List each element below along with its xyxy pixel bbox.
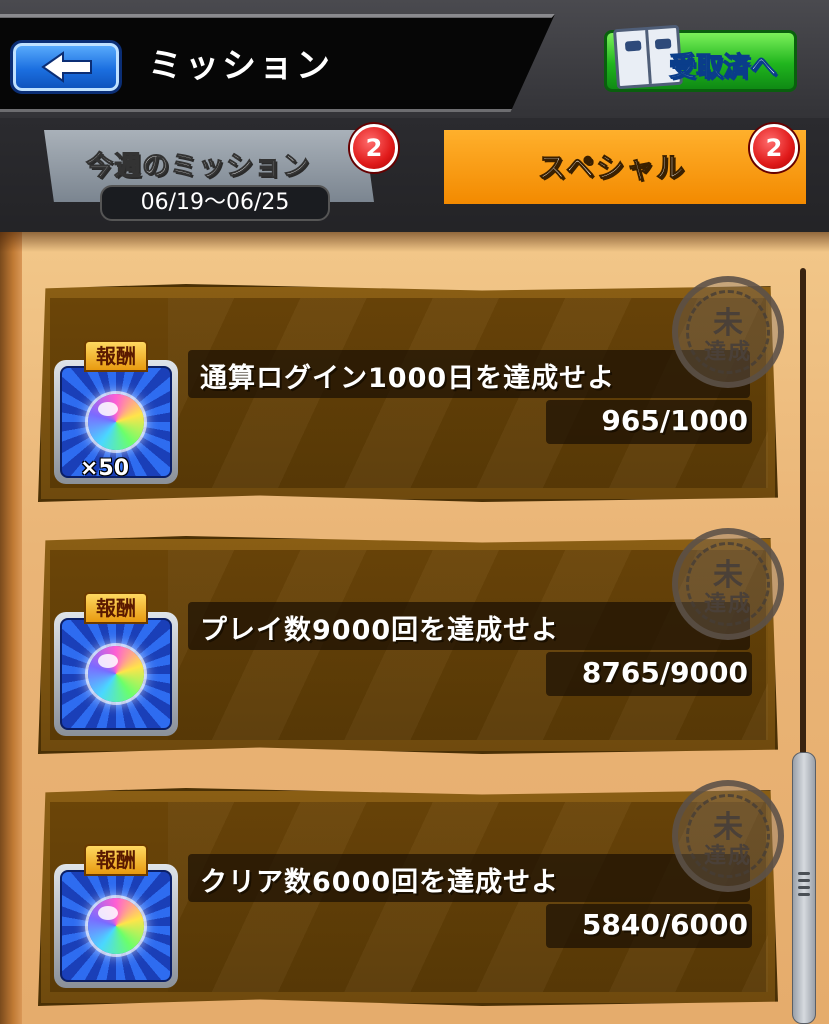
mission-text: クリア数6000回を達成せよ <box>200 867 560 898</box>
reward-box: 報酬 ×50 <box>54 340 178 490</box>
mission-text: 通算ログイン1000日を達成せよ <box>200 363 616 394</box>
received-button[interactable]: 受取済へ <box>604 24 797 92</box>
reward-label: 報酬 <box>84 592 148 624</box>
back-button[interactable] <box>10 40 122 94</box>
unachieved-stamp-icon: 未 達成 <box>672 276 784 388</box>
rainbow-orb-icon <box>88 898 144 954</box>
tab-special-label: スペシャル <box>537 151 687 185</box>
reward-box: 報酬 <box>54 592 178 742</box>
unachieved-stamp-icon: 未 達成 <box>672 528 784 640</box>
unachieved-stamp-icon: 未 達成 <box>672 780 784 892</box>
header: ミッション 受取済へ 今週のミッション 06/19〜06/25 2 スペシャル … <box>0 0 829 240</box>
panel-spine <box>0 232 22 1024</box>
scrollbar-grip-icon <box>798 868 810 906</box>
panel-shade <box>0 232 829 252</box>
mission-list-panel: 報酬 ×50 通算ログイン1000日を達成せよ 965/1000 未 達成 報酬… <box>0 232 829 1024</box>
rainbow-orb-icon <box>88 646 144 702</box>
received-button-label: 受取済へ <box>669 52 778 84</box>
mission-progress: 8765/9000 <box>581 656 748 689</box>
mission-card[interactable]: 報酬 プレイ数9000回を達成せよ 8765/9000 未 達成 <box>38 528 784 754</box>
tab-weekly-badge: 2 <box>350 124 398 172</box>
rainbow-orb-icon <box>88 394 144 450</box>
tab-weekly-missions[interactable]: 今週のミッション 06/19〜06/25 <box>44 130 394 226</box>
stamp-text-bottom: 達成 <box>703 340 752 365</box>
tab-weekly-label: 今週のミッション <box>86 151 310 183</box>
mission-card[interactable]: 報酬 ×50 通算ログイン1000日を達成せよ 965/1000 未 達成 <box>38 276 784 502</box>
stamp-text-bottom: 達成 <box>703 592 752 617</box>
tab-weekly-dates: 06/19〜06/25 <box>100 185 330 221</box>
reward-box: 報酬 <box>54 844 178 994</box>
mission-progress: 965/1000 <box>601 404 748 437</box>
page-title: ミッション <box>148 46 333 86</box>
tab-special-badge: 2 <box>750 124 798 172</box>
reward-label: 報酬 <box>84 844 148 876</box>
mission-progress: 5840/6000 <box>581 908 748 941</box>
mission-text: プレイ数9000回を達成せよ <box>200 615 560 646</box>
reward-quantity: ×50 <box>80 456 130 481</box>
mission-card[interactable]: 報酬 クリア数6000回を達成せよ 5840/6000 未 達成 <box>38 780 784 1006</box>
stamp-text-bottom: 達成 <box>703 844 752 869</box>
reward-label: 報酬 <box>84 340 148 372</box>
back-arrow-icon <box>41 51 92 83</box>
